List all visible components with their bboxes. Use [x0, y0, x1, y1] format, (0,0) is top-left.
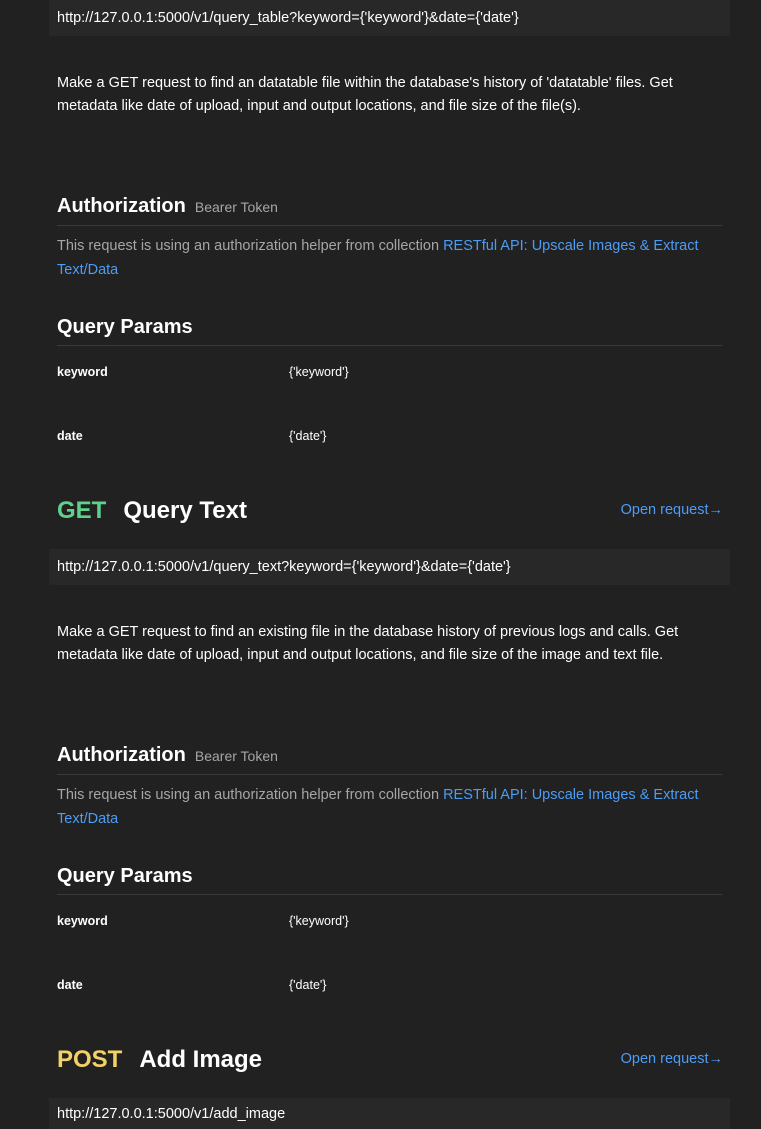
request-url-bar[interactable]: http://127.0.0.1:5000/v1/add_image [49, 1098, 730, 1129]
api-documentation-page: http://127.0.0.1:5000/v1/query_table?key… [0, 0, 761, 1129]
authorization-note-text: This request is using an authorization h… [57, 787, 444, 803]
request-url: http://127.0.0.1:5000/v1/query_table?key… [57, 10, 519, 26]
request-header-add-image: POST Add Image [57, 1044, 262, 1076]
open-request-link[interactable]: Open request→ [621, 1051, 723, 1067]
request-url-bar[interactable]: http://127.0.0.1:5000/v1/query_text?keyw… [49, 549, 730, 585]
request-name: Query Text [123, 497, 247, 524]
authorization-header: Authorization Bearer Token [57, 195, 722, 226]
authorization-title: Authorization [57, 195, 186, 217]
authorization-title: Authorization [57, 744, 186, 766]
request-url: http://127.0.0.1:5000/v1/query_text?keyw… [57, 559, 511, 575]
request-url-bar[interactable]: http://127.0.0.1:5000/v1/query_table?key… [49, 0, 730, 36]
param-key-keyword: keyword [57, 365, 108, 379]
method-badge-get: GET [57, 497, 107, 524]
open-request-link[interactable]: Open request→ [621, 502, 723, 518]
query-params-title: Query Params [57, 316, 722, 346]
param-key-date: date [57, 978, 83, 992]
param-value-date: {'date'} [289, 978, 327, 992]
request-header-query-text: GET Query Text [57, 495, 247, 527]
param-value-keyword: {'keyword'} [289, 365, 349, 379]
request-name: Add Image [139, 1046, 263, 1073]
param-value-date: {'date'} [289, 429, 327, 443]
query-params-title: Query Params [57, 865, 722, 895]
authorization-header: Authorization Bearer Token [57, 744, 722, 775]
request-description: Make a GET request to find an existing f… [57, 624, 679, 663]
authorization-type: Bearer Token [194, 199, 278, 215]
param-key-keyword: keyword [57, 914, 108, 928]
request-description: Make a GET request to find an datatable … [57, 75, 673, 114]
authorization-type: Bearer Token [194, 748, 278, 764]
authorization-note-text: This request is using an authorization h… [57, 238, 444, 254]
param-key-date: date [57, 429, 83, 443]
param-value-keyword: {'keyword'} [289, 914, 349, 928]
method-badge-post: POST [57, 1046, 123, 1073]
authorization-note: This request is using an authorization h… [57, 784, 722, 831]
authorization-note: This request is using an authorization h… [57, 235, 722, 282]
request-url: http://127.0.0.1:5000/v1/add_image [57, 1105, 286, 1122]
